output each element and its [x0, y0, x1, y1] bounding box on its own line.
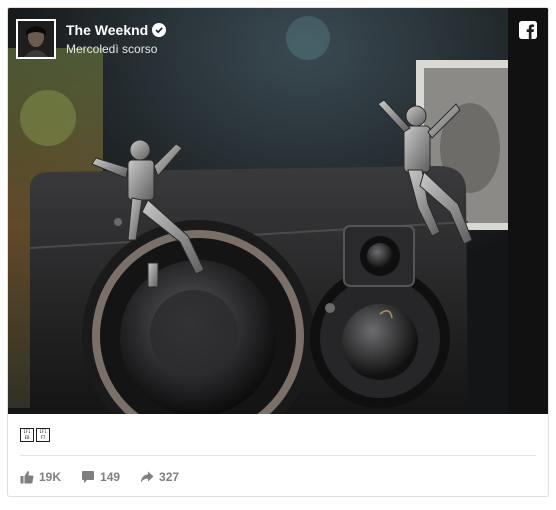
like-count-value: 19K	[39, 470, 62, 484]
comment-count[interactable]: 149	[81, 470, 120, 484]
avatar-image	[18, 21, 54, 57]
post-timestamp[interactable]: Mercoledì scorso	[66, 41, 166, 57]
comment-count-value: 149	[100, 470, 121, 484]
verified-check-icon	[152, 23, 167, 37]
author-name[interactable]: The Weeknd	[66, 21, 148, 39]
like-count[interactable]: 19K	[20, 470, 61, 484]
share-count[interactable]: 327	[140, 470, 179, 484]
engagement-bar: 19K 149 327	[20, 468, 199, 486]
post-header: The Weeknd Mercoledì scorso	[16, 17, 167, 61]
thumbs-up-icon	[20, 470, 34, 484]
flag-emoji-fallback: 1F1 F7	[36, 428, 50, 442]
share-arrow-icon	[140, 470, 154, 484]
facebook-icon[interactable]	[519, 21, 537, 39]
post-caption: 1F1 EB 1F1 F7	[20, 426, 50, 444]
post-card: The Weeknd Mercoledì scorso 1F1 EB 1F1 F…	[7, 7, 549, 497]
photo-scene	[8, 8, 548, 414]
share-count-value: 327	[159, 470, 180, 484]
comment-bubble-icon	[81, 470, 95, 484]
flag-emoji-fallback: 1F1 EB	[20, 428, 34, 442]
divider	[20, 455, 536, 456]
avatar[interactable]	[16, 19, 56, 59]
post-photo[interactable]: The Weeknd Mercoledì scorso	[8, 8, 548, 414]
